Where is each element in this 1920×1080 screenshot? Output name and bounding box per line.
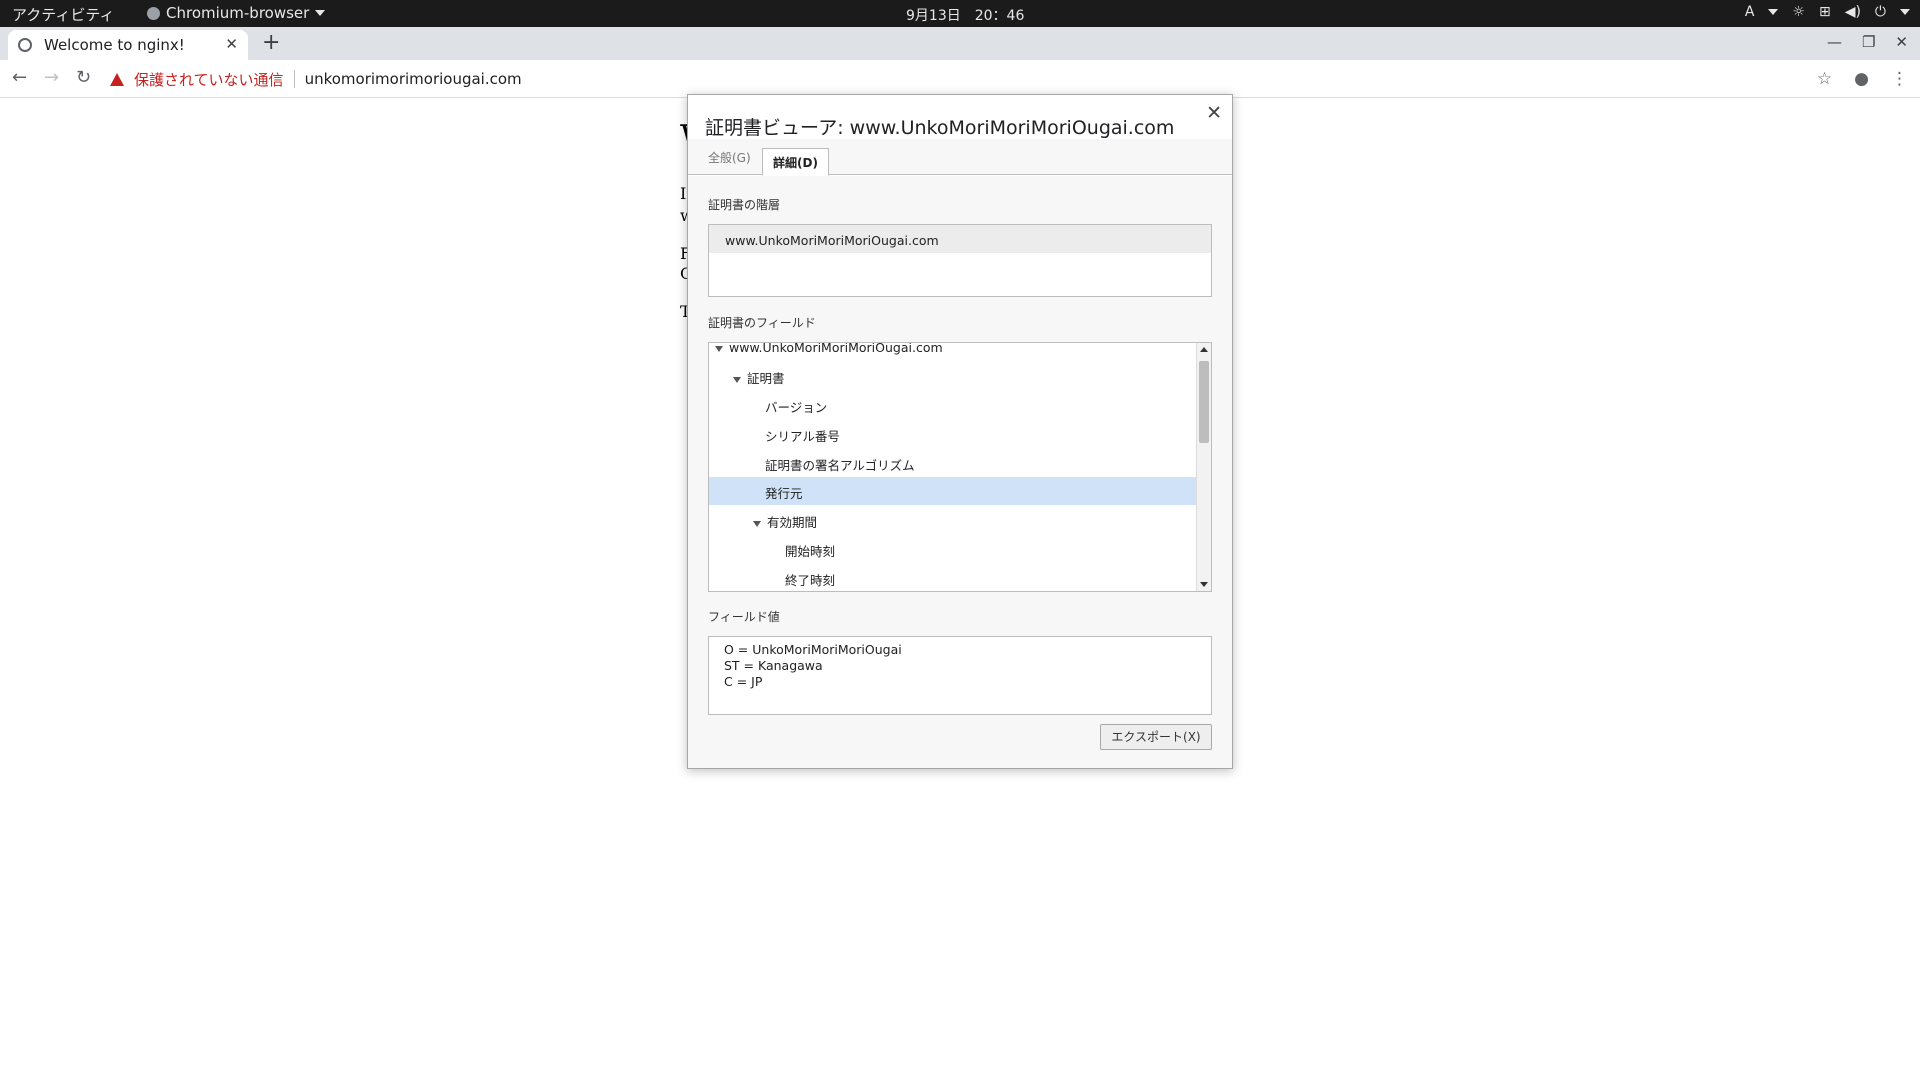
- certificate-viewer-dialog: 証明書ビューア: www.UnkoMoriMoriMoriOugai.com ✕…: [687, 94, 1233, 769]
- list-item[interactable]: www.UnkoMoriMoriMoriOugai.com: [709, 225, 1211, 253]
- url-text[interactable]: unkomorimorimoriougai.com: [305, 70, 522, 88]
- profile-icon[interactable]: ●: [1854, 69, 1869, 89]
- expand-triangle-icon[interactable]: [715, 345, 723, 352]
- scrollbar-thumb[interactable]: [1199, 361, 1209, 443]
- power-icon: ⏻: [1874, 4, 1886, 20]
- chromium-icon: [147, 6, 160, 20]
- tree-item[interactable]: シリアル番号: [709, 420, 1196, 448]
- field-value-line: C = JP: [724, 674, 763, 689]
- activities-button[interactable]: アクティビティ: [12, 4, 114, 25]
- chevron-down-icon: [315, 10, 326, 16]
- certificate-fields-tree[interactable]: www.UnkoMoriMoriMoriOugai.com 証明書 バージョン …: [708, 342, 1212, 592]
- close-icon[interactable]: ✕: [1206, 102, 1222, 124]
- forward-arrow-icon[interactable]: →: [44, 67, 59, 88]
- tree-item-selected[interactable]: 発行元: [709, 477, 1196, 505]
- input-method-indicator[interactable]: A: [1745, 4, 1755, 20]
- dialog-tab-bar: 全般(G) 詳細(D): [688, 139, 1232, 176]
- globe-icon: [18, 38, 32, 52]
- tree-item[interactable]: www.UnkoMoriMoriMoriOugai.com: [709, 342, 1196, 362]
- browser-toolbar: ← → ↻ 保護されていない通信 unkomorimorimoriougai.c…: [0, 60, 1920, 98]
- window-controls: — ❐ ✕: [1827, 33, 1908, 51]
- system-top-bar: アクティビティ Chromium-browser 9月13日 20：46 A ☼…: [0, 0, 1920, 27]
- tree-item[interactable]: 終了時刻: [709, 564, 1196, 591]
- tree-item-label: www.UnkoMoriMoriMoriOugai.com: [729, 342, 943, 355]
- restore-icon[interactable]: ❐: [1862, 33, 1875, 51]
- field-value-line: O = UnkoMoriMoriMoriOugai: [724, 642, 902, 657]
- tab-title: Welcome to nginx!: [44, 36, 185, 54]
- certificate-hierarchy-list[interactable]: www.UnkoMoriMoriMoriOugai.com: [708, 224, 1212, 297]
- details-panel: 証明書の階層 www.UnkoMoriMoriMoriOugai.com 証明書…: [688, 176, 1232, 768]
- new-tab-button[interactable]: +: [262, 30, 280, 55]
- tree-item[interactable]: 証明書の署名アルゴリズム: [709, 449, 1196, 477]
- system-tray[interactable]: A ☼ ⊞ ◀) ⏻: [1745, 4, 1910, 20]
- tree-item-label: 有効期間: [767, 515, 818, 530]
- reload-icon[interactable]: ↻: [76, 67, 91, 88]
- tree-item-label: 証明書の署名アルゴリズム: [765, 458, 915, 473]
- field-value-text[interactable]: O = UnkoMoriMoriMoriOugai ST = Kanagawa …: [708, 636, 1212, 715]
- tree-item-label: 発行元: [765, 486, 803, 501]
- tree-item-label: 証明書: [747, 371, 785, 386]
- tree-item[interactable]: 証明書: [709, 362, 1196, 390]
- address-bar[interactable]: 保護されていない通信 unkomorimorimoriougai.com: [110, 65, 1780, 93]
- export-button[interactable]: エクスポート(X): [1100, 724, 1212, 750]
- app-menu[interactable]: Chromium-browser: [147, 4, 326, 22]
- scroll-down-arrow-icon[interactable]: [1200, 582, 1208, 587]
- toolbar-actions: ☆ ● ⋮: [1817, 69, 1908, 89]
- back-arrow-icon[interactable]: ←: [12, 67, 27, 88]
- tab-strip: Welcome to nginx! ✕: [0, 27, 1920, 60]
- scroll-up-arrow-icon[interactable]: [1200, 347, 1208, 352]
- menu-kebab-icon[interactable]: ⋮: [1891, 69, 1908, 89]
- browser-tab[interactable]: Welcome to nginx! ✕: [8, 30, 248, 60]
- fields-scrollbar[interactable]: [1196, 343, 1211, 591]
- close-window-icon[interactable]: ✕: [1895, 33, 1908, 51]
- expand-triangle-icon[interactable]: [753, 520, 761, 527]
- app-menu-label: Chromium-browser: [166, 4, 310, 22]
- security-status[interactable]: 保護されていない通信: [134, 69, 284, 90]
- tree-item[interactable]: 開始時刻: [709, 535, 1196, 563]
- fields-label: 証明書のフィールド: [708, 316, 816, 330]
- expand-triangle-icon[interactable]: [733, 376, 741, 383]
- hierarchy-label: 証明書の階層: [708, 198, 781, 212]
- tree-item-label: バージョン: [765, 400, 828, 415]
- tree-item[interactable]: バージョン: [709, 391, 1196, 419]
- dialog-title: 証明書ビューア: www.UnkoMoriMoriMoriOugai.com: [705, 117, 1175, 139]
- clock[interactable]: 9月13日 20：46: [906, 5, 1024, 25]
- network-icon: ⊞: [1818, 4, 1831, 20]
- tab-details[interactable]: 詳細(D): [762, 148, 829, 176]
- warning-icon[interactable]: [110, 72, 124, 86]
- tree-item[interactable]: 有効期間: [709, 506, 1196, 534]
- field-value-line: ST = Kanagawa: [724, 658, 823, 673]
- bookmark-star-icon[interactable]: ☆: [1817, 69, 1832, 89]
- chevron-down-icon: [1768, 9, 1779, 15]
- chevron-down-icon: [1900, 9, 1910, 15]
- close-tab-icon[interactable]: ✕: [225, 35, 238, 53]
- tab-general[interactable]: 全般(G): [708, 149, 751, 166]
- minimize-icon[interactable]: —: [1827, 33, 1842, 51]
- field-value-label: フィールド値: [708, 610, 780, 624]
- tree-item-label: シリアル番号: [765, 429, 840, 444]
- brightness-icon: ☼: [1792, 4, 1805, 20]
- tree-item-label: 終了時刻: [785, 573, 836, 588]
- omnibox-divider: [293, 70, 295, 88]
- volume-icon: ◀): [1844, 4, 1861, 20]
- tree-item-label: 開始時刻: [785, 544, 836, 559]
